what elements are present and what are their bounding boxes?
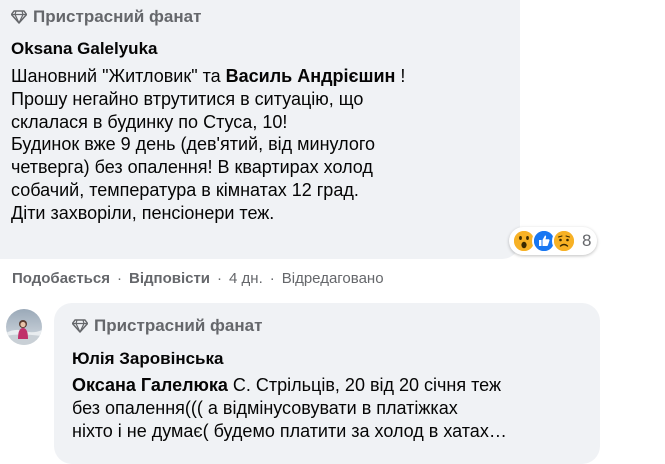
reply-line-text: С. Стрільців, 20 від 20 січня теж bbox=[227, 375, 501, 395]
reply-text: Оксана Галелюка С. Стрільців, 20 від 20 … bbox=[72, 374, 507, 442]
mention-link[interactable]: Василь Андрієшин bbox=[226, 66, 396, 86]
comment-line: склалася в будинку по Стуса, 10! bbox=[11, 111, 288, 132]
diamond-icon bbox=[72, 319, 88, 333]
like-link[interactable]: Подобається bbox=[12, 270, 110, 287]
avatar[interactable] bbox=[6, 309, 42, 345]
comment-text: Шановний "Житловик" та Василь Андрієшин … bbox=[11, 65, 405, 225]
comment-actions: Подобається · Відповісти · 4 дн. · Відре… bbox=[12, 270, 384, 287]
reply-line: без опалення((( а відмінусовувати в плат… bbox=[72, 397, 458, 418]
reply-link[interactable]: Відповісти bbox=[129, 270, 210, 287]
separator: · bbox=[217, 270, 223, 287]
fan-badge[interactable]: Пристрасний фанат bbox=[11, 7, 201, 27]
timestamp-link[interactable]: 4 дн. bbox=[229, 270, 263, 287]
reply-line: ніхто і не думає( будемо платити за холо… bbox=[72, 420, 507, 441]
reaction-count: 8 bbox=[582, 231, 592, 250]
reply-author[interactable]: Юлія Заровінська bbox=[72, 349, 223, 369]
comment-line-text: Шановний "Житловик" та bbox=[11, 66, 226, 86]
edited-label: Відредаговано bbox=[281, 270, 384, 287]
reply-line: Оксана Галелюка С. Стрільців, 20 від 20 … bbox=[72, 374, 507, 397]
diamond-icon bbox=[11, 10, 27, 24]
fan-badge[interactable]: Пристрасний фанат bbox=[72, 316, 262, 336]
comment-line: Шановний "Житловик" та Василь Андрієшин … bbox=[11, 65, 405, 88]
mention-link[interactable]: Оксана Галелюка bbox=[72, 375, 228, 395]
comment-line-text: ! bbox=[395, 66, 406, 86]
separator: · bbox=[116, 270, 122, 287]
comment-line: собачий, температура в кімнатах 12 град. bbox=[11, 179, 359, 200]
fan-badge-label: Пристрасний фанат bbox=[33, 7, 202, 26]
fan-badge-label: Пристрасний фанат bbox=[94, 316, 263, 335]
sad-reaction-icon bbox=[552, 229, 576, 253]
comment-line: Діти захворіли, пенсіонери теж. bbox=[11, 202, 275, 223]
comment-line: Будинок вже 9 день (дев'ятий, від минуло… bbox=[11, 134, 376, 155]
comment-author[interactable]: Oksana Galelyuka bbox=[11, 39, 157, 59]
separator: · bbox=[269, 270, 275, 287]
reactions-summary[interactable]: 8 bbox=[509, 227, 598, 255]
comment-line: четверга) без опалення! В квартирах холо… bbox=[11, 157, 373, 178]
comment-line: Прошу негайно втрутитися в ситуацію, що bbox=[11, 88, 364, 109]
